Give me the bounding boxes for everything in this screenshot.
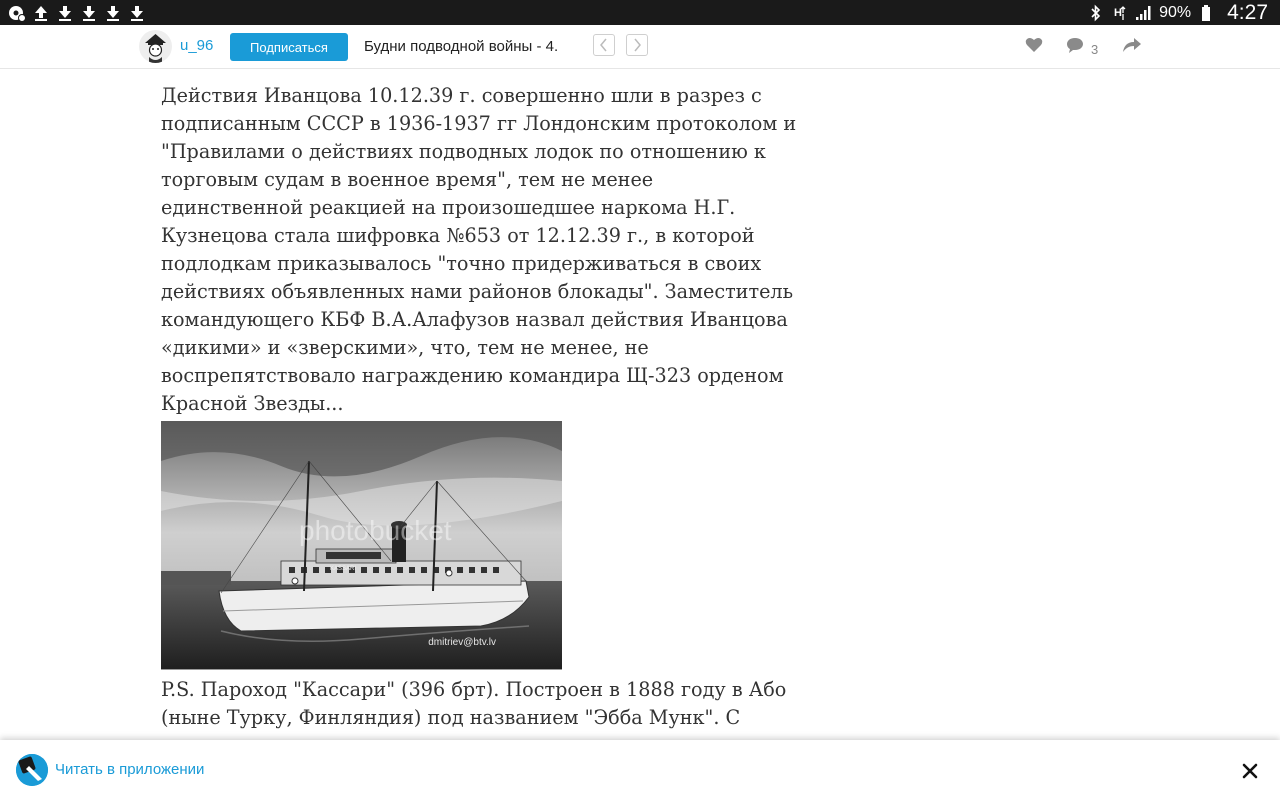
download-icon bbox=[80, 4, 98, 22]
close-banner-button[interactable] bbox=[1238, 759, 1262, 783]
ship-photo[interactable]: photobucket dmitriev@btv.lv KASSARI bbox=[161, 421, 562, 670]
author-username[interactable]: u_96 bbox=[180, 37, 213, 54]
post-header: u_96 Подписаться Будни подводной войны -… bbox=[0, 25, 1280, 69]
share-button[interactable] bbox=[1122, 36, 1142, 54]
bluetooth-icon bbox=[1087, 4, 1105, 22]
photo-watermark: photobucket bbox=[299, 515, 452, 546]
heart-icon bbox=[1025, 37, 1043, 52]
comment-count: 3 bbox=[1091, 42, 1099, 57]
comment-bubble-icon bbox=[1067, 38, 1083, 53]
close-icon bbox=[1242, 763, 1258, 779]
like-button[interactable] bbox=[1025, 36, 1043, 54]
network-type-icon: H bbox=[1111, 4, 1129, 22]
download-icon bbox=[56, 4, 74, 22]
photo-credit: dmitriev@btv.lv bbox=[428, 637, 496, 648]
share-arrow-icon bbox=[1123, 38, 1141, 52]
clock: 4:27 bbox=[1227, 0, 1268, 24]
app-banner: Читать в приложении bbox=[0, 740, 1280, 800]
notification-icons bbox=[0, 4, 146, 22]
app-logo-icon bbox=[16, 754, 48, 786]
camera-icon bbox=[8, 4, 26, 22]
battery-icon bbox=[1197, 4, 1215, 22]
next-post-button[interactable] bbox=[626, 34, 648, 56]
avatar[interactable] bbox=[139, 30, 172, 63]
download-icon bbox=[104, 4, 122, 22]
system-status: H 90% 4:27 bbox=[1087, 1, 1280, 25]
comments-button[interactable] bbox=[1065, 36, 1085, 54]
read-in-app-link[interactable]: Читать в приложении bbox=[55, 761, 204, 778]
article-paragraph: Действия Иванцова 10.12.39 г. совершенно… bbox=[161, 84, 797, 415]
ship-name-label: KASSARI bbox=[330, 566, 357, 572]
signal-icon bbox=[1135, 4, 1153, 22]
post-title: Будни подводной войны - 4. bbox=[364, 38, 559, 55]
ps-paragraph: P.S. Пароход "Кассари" (396 брт). Постро… bbox=[161, 678, 787, 729]
upload-icon bbox=[32, 4, 50, 22]
article-body: Действия Иванцова 10.12.39 г. совершенно… bbox=[161, 82, 801, 732]
previous-post-button[interactable] bbox=[593, 34, 615, 56]
download-icon bbox=[128, 4, 146, 22]
battery-percent: 90% bbox=[1159, 3, 1192, 21]
chevron-right-icon bbox=[634, 38, 641, 52]
status-bar: H 90% 4:27 bbox=[0, 0, 1280, 25]
chevron-left-icon bbox=[600, 38, 607, 52]
subscribe-button[interactable]: Подписаться bbox=[230, 33, 348, 61]
